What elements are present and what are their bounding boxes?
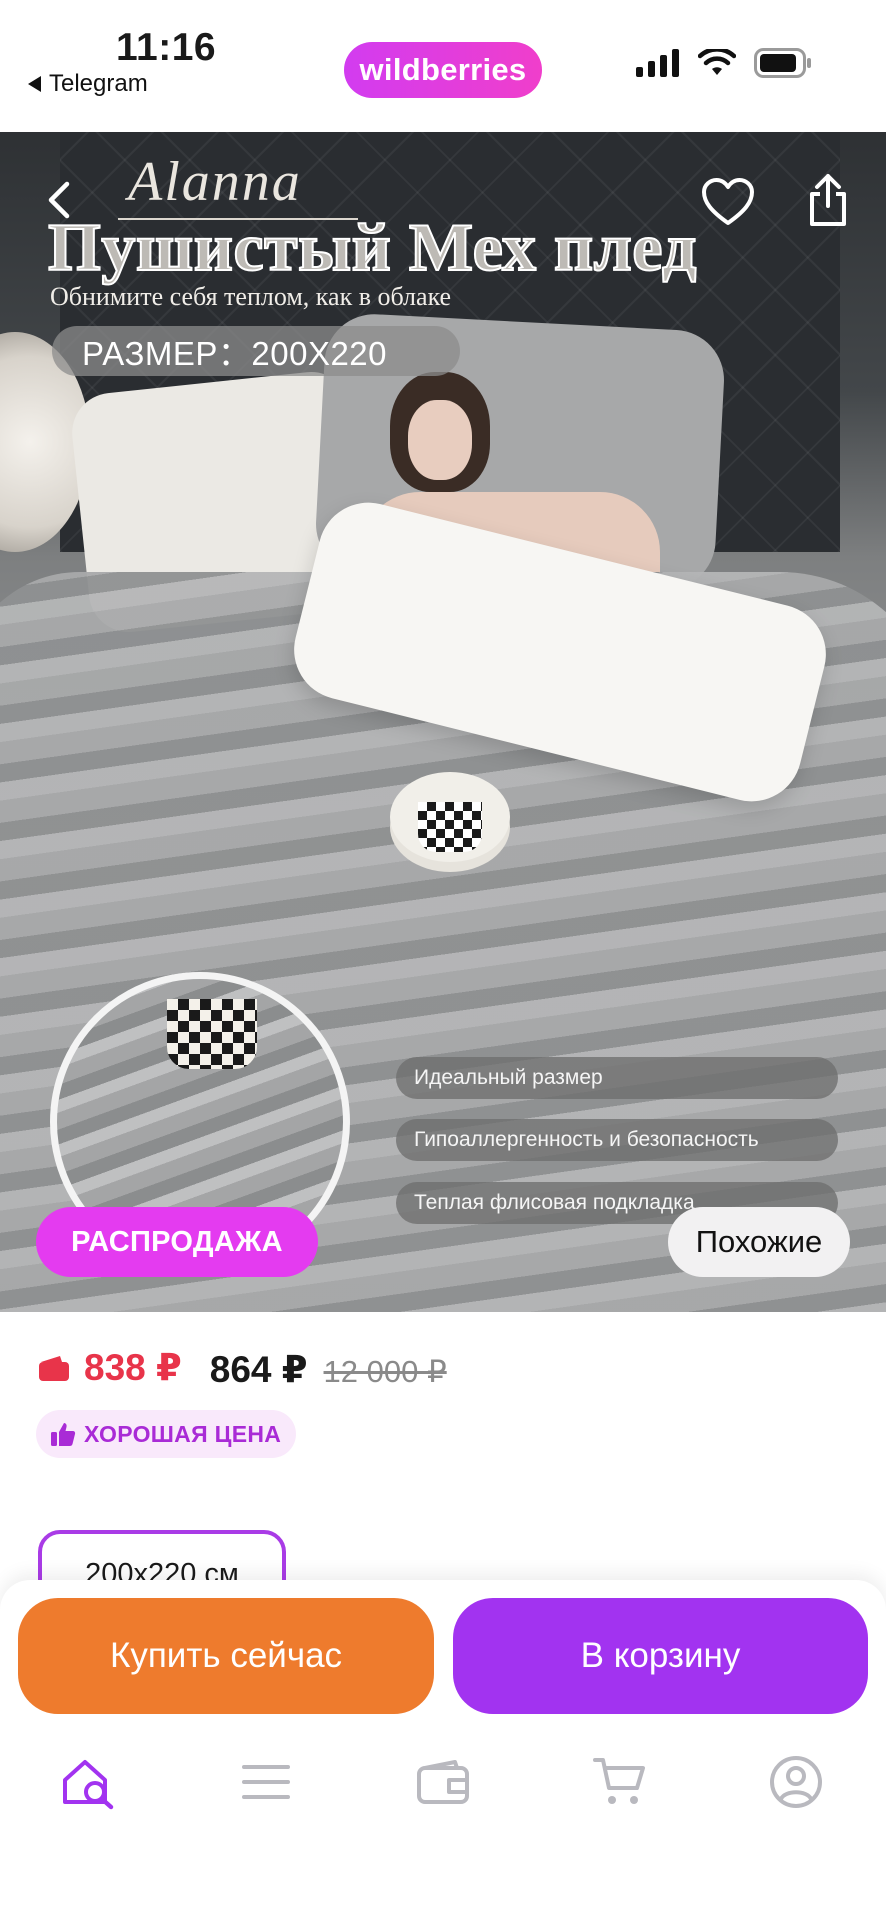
home-search-icon	[63, 1760, 114, 1810]
wifi-icon	[698, 49, 736, 75]
menu-icon	[242, 1765, 290, 1799]
status-time: 11:16	[116, 26, 217, 69]
product-subline: Обнимите себя теплом, как в облаке	[50, 282, 452, 311]
wallet-price-value: 838 ₽	[84, 1347, 182, 1388]
tab-catalog[interactable]	[236, 1752, 296, 1812]
tab-profile[interactable]	[766, 1752, 826, 1812]
feature-chip: Гипоаллергенность и безопасность	[396, 1119, 838, 1161]
thumbs-up-icon	[51, 1423, 76, 1446]
tab-wallet[interactable]	[413, 1752, 473, 1812]
status-bar: 11:16 Telegram wildberries	[0, 0, 886, 132]
inset-cup-graphic	[167, 999, 257, 1069]
good-price-badge: ХОРОШАЯ ЦЕНА	[36, 1410, 296, 1458]
cup-pattern	[418, 802, 482, 852]
wallet-icon	[417, 1760, 469, 1804]
share-icon	[810, 174, 846, 226]
share-button[interactable]	[800, 170, 856, 230]
buy-now-button[interactable]: Купить сейчас	[18, 1598, 434, 1714]
model-face-graphic	[408, 400, 472, 480]
add-to-cart-button[interactable]: В корзину	[453, 1598, 868, 1714]
wallet-price: 838 ₽	[38, 1346, 182, 1389]
battery-icon	[754, 48, 811, 78]
size-label: РАЗМЕР：200X220	[52, 326, 460, 376]
back-app-label: Telegram	[49, 70, 148, 97]
price-row: 838 ₽ 864 ₽ 12 000 ₽	[38, 1346, 447, 1391]
wallet-icon	[39, 1355, 69, 1381]
brand-name: Alanna	[128, 151, 302, 213]
cup-graphic	[390, 772, 510, 862]
cart-icon	[593, 1758, 645, 1804]
feature-chip: Идеальный размер	[396, 1057, 838, 1099]
chevron-left-icon	[48, 181, 70, 219]
back-to-telegram[interactable]: Telegram	[28, 70, 148, 98]
similar-button[interactable]: Похожие	[668, 1207, 850, 1277]
favorite-button[interactable]	[700, 174, 756, 230]
heart-icon	[702, 178, 754, 225]
good-price-label: ХОРОШАЯ ЦЕНА	[84, 1420, 282, 1447]
back-button[interactable]	[36, 178, 80, 222]
back-triangle-icon	[28, 76, 41, 92]
sale-badge: РАСПРОДАЖА	[36, 1207, 318, 1277]
regular-price: 864 ₽	[209, 1348, 308, 1390]
tab-cart[interactable]	[590, 1752, 650, 1812]
product-headline: Пушистый Мех плед	[47, 208, 697, 286]
status-icons	[636, 48, 812, 78]
profile-icon	[770, 1756, 822, 1808]
tab-home[interactable]	[58, 1752, 118, 1812]
old-price: 12 000 ₽	[323, 1353, 447, 1389]
bottom-tab-bar	[0, 1752, 886, 1832]
signal-icon	[636, 49, 679, 77]
wildberries-logo: wildberries	[344, 42, 542, 98]
